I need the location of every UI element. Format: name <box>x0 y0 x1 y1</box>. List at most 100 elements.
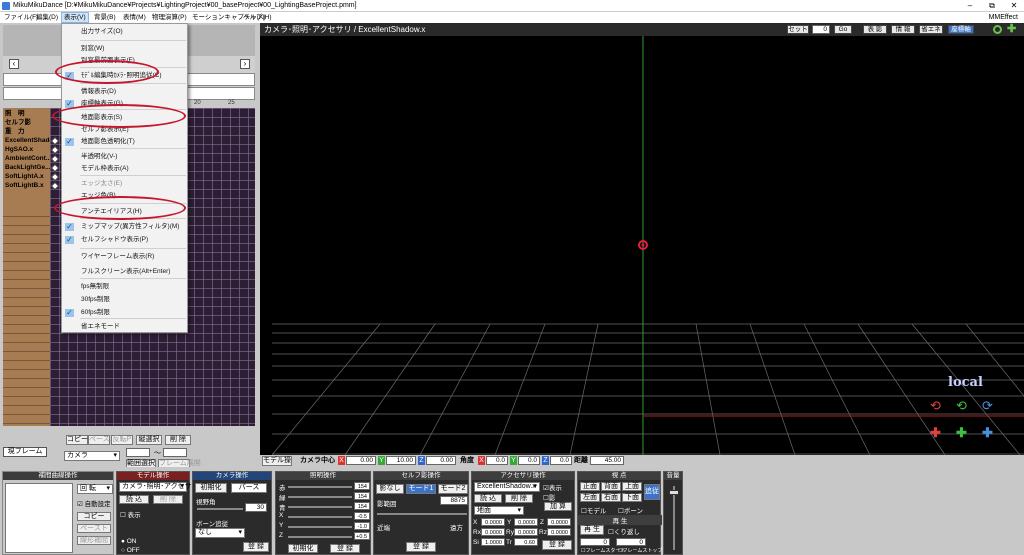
green-input[interactable]: 154 <box>354 492 370 500</box>
view-front-button[interactable]: 正面 <box>580 482 600 491</box>
red-slider[interactable] <box>288 486 352 488</box>
accessory-add-button[interactable]: 加 算 <box>544 502 572 511</box>
red-input[interactable]: 154 <box>354 482 370 490</box>
accessory-scale-input[interactable]: 1.0000 <box>481 538 505 546</box>
interp-copy-button[interactable]: コピー <box>77 512 111 521</box>
linear-interp-button[interactable]: 線形補間 <box>77 536 111 545</box>
play-to-input[interactable]: 0 <box>616 538 646 546</box>
shadow-mode2-button[interactable]: モード2 <box>438 484 468 494</box>
view-menu-item[interactable]: 30fps制限 <box>62 294 187 306</box>
center-x-input[interactable]: 0.00 <box>346 456 376 465</box>
fov-slider[interactable] <box>197 508 243 510</box>
bone-follow-select[interactable]: なし <box>195 528 245 538</box>
go-button[interactable]: Go <box>834 25 852 34</box>
view-left-button[interactable]: 左面 <box>580 493 600 502</box>
angle-z-input[interactable]: 0.0 <box>550 456 572 465</box>
rotate-x-icon[interactable]: ⟲ <box>930 399 946 413</box>
view-menu-item[interactable]: 省エネモード <box>62 321 187 333</box>
vertical-select-button[interactable]: 縦選択 <box>136 435 162 445</box>
info-toggle-button[interactable]: 情 報 <box>891 25 915 34</box>
repeat-checkbox[interactable]: ☐くり返し <box>608 526 640 536</box>
x-slider[interactable] <box>288 516 352 518</box>
y-slider[interactable] <box>288 526 352 528</box>
move-z-icon[interactable]: ✚ <box>982 426 998 440</box>
accessory-register-button[interactable]: 登 録 <box>542 540 572 550</box>
blue-input[interactable]: 154 <box>354 502 370 510</box>
accessory-z-input[interactable]: 0.0000 <box>547 518 571 526</box>
perspective-button[interactable]: パース <box>231 483 267 493</box>
close-button[interactable]: ✕ <box>1004 0 1024 12</box>
interp-axis-select[interactable]: 回 転 <box>77 484 113 494</box>
play-button[interactable]: 再 生 <box>580 525 604 535</box>
track-accessory[interactable]: ExcellentShadow.x <box>5 136 53 145</box>
rotate-y-icon[interactable]: ⟲ <box>956 399 972 413</box>
3d-viewport[interactable]: カメラ･照明･アクセサリ / ExcellentShadow.x セット 0 G… <box>260 23 1024 455</box>
interp-curve-canvas[interactable] <box>5 483 73 553</box>
accessory-load-button[interactable]: 読 込 <box>474 494 502 503</box>
menu-expression[interactable]: 表情(M) <box>121 12 148 23</box>
volume-slider[interactable] <box>673 486 675 550</box>
view-menu-item[interactable]: ✓ 地面影色透明化(T) <box>62 136 187 148</box>
frame-number-input[interactable]: 0 <box>812 25 830 34</box>
center-y-input[interactable]: 10.00 <box>386 456 416 465</box>
model-display-checkbox[interactable]: ☐ 表示 <box>120 509 141 519</box>
blue-slider[interactable] <box>288 506 352 508</box>
on-radio[interactable]: ● ON <box>121 538 136 545</box>
z-slider[interactable] <box>288 536 352 538</box>
next-frame-icon[interactable]: › <box>240 59 250 69</box>
accessory-transparency-input[interactable]: 0.60 <box>514 538 538 546</box>
move-x-icon[interactable]: ✚ <box>930 426 946 440</box>
accessory-ry-input[interactable]: 0.0000 <box>514 528 538 536</box>
keyframe-marker[interactable] <box>50 154 60 164</box>
model-load-button[interactable]: 読 込 <box>119 495 149 504</box>
accessory-target-select[interactable]: 地面 <box>474 506 524 515</box>
keyframe-marker[interactable] <box>50 181 60 191</box>
target-select[interactable]: カメラ <box>64 451 120 461</box>
shadow-mode1-button[interactable]: モード1 <box>406 484 436 494</box>
track-accessory[interactable]: AmbientCont... <box>5 154 53 163</box>
off-radio[interactable]: ○ OFF <box>121 547 140 554</box>
copy-button[interactable]: コピー <box>66 435 88 445</box>
track-accessory[interactable]: SoftLightB.x <box>5 181 53 190</box>
accessory-shadow-checkbox[interactable]: ☐影 <box>543 492 555 502</box>
fov-input[interactable]: 30 <box>245 503 267 512</box>
light-init-button[interactable]: 初期化 <box>288 544 318 553</box>
menu-help[interactable]: ヘルプ(H) <box>241 12 274 23</box>
keyframe-marker[interactable] <box>50 172 60 182</box>
auto-setting-checkbox[interactable]: ☑ 自動設定 <box>77 498 111 508</box>
y-input[interactable]: -1.0 <box>354 522 370 530</box>
menu-mmeffect[interactable]: MMEffect <box>987 12 1020 23</box>
prev-frame-icon[interactable]: ‹ <box>9 59 19 69</box>
view-menu-item[interactable]: 情報表示(D) <box>62 86 187 98</box>
accessory-x-input[interactable]: 0.0000 <box>481 518 505 526</box>
shadow-range-slider[interactable] <box>377 513 467 515</box>
camera-register-button[interactable]: 登 録 <box>243 542 269 552</box>
keyframe-marker[interactable] <box>50 145 60 155</box>
accessory-rx-input[interactable]: 0.0000 <box>481 528 505 536</box>
view-menu-item[interactable]: フルスクリーン表示(Alt+Enter) <box>62 266 187 278</box>
view-back-button[interactable]: 背面 <box>601 482 621 491</box>
view-right-button[interactable]: 右面 <box>601 493 621 502</box>
shadow-none-button[interactable]: 影なし <box>376 484 404 494</box>
move-y-icon[interactable]: ✚ <box>956 426 972 440</box>
view-menu-item[interactable]: ✓ ミップマップ(異方性フィルタ)(M) <box>62 221 187 233</box>
eco-toggle-button[interactable]: 省エネ <box>919 25 943 34</box>
x-input[interactable]: -0.5 <box>354 512 370 520</box>
light-register-button[interactable]: 登 録 <box>330 544 360 553</box>
menu-view[interactable]: 表示(V) <box>61 12 89 23</box>
view-track-button[interactable]: 追従 <box>644 484 660 500</box>
maximize-button[interactable]: ⧉ <box>982 0 1002 12</box>
paste-button[interactable]: ペースト <box>88 435 117 445</box>
view-menu-item[interactable]: ✓ 60fps制限 <box>62 307 187 319</box>
keyframe-marker[interactable] <box>50 163 60 173</box>
track-accessory[interactable]: BackLightGe... <box>5 163 53 172</box>
range-from-input[interactable] <box>126 448 150 457</box>
keyframe-marker[interactable] <box>50 136 60 146</box>
menu-edit[interactable]: 編集(D) <box>34 12 60 23</box>
range-to-input[interactable] <box>163 448 187 457</box>
track-light[interactable]: 照 明 <box>5 109 53 118</box>
accessory-display-checkbox[interactable]: ☑表示 <box>543 482 562 492</box>
model-delete-button[interactable]: 削 除 <box>153 495 183 504</box>
invert-paste-button[interactable]: 反転P <box>111 435 133 445</box>
play-from-input[interactable]: 0 <box>580 538 610 546</box>
